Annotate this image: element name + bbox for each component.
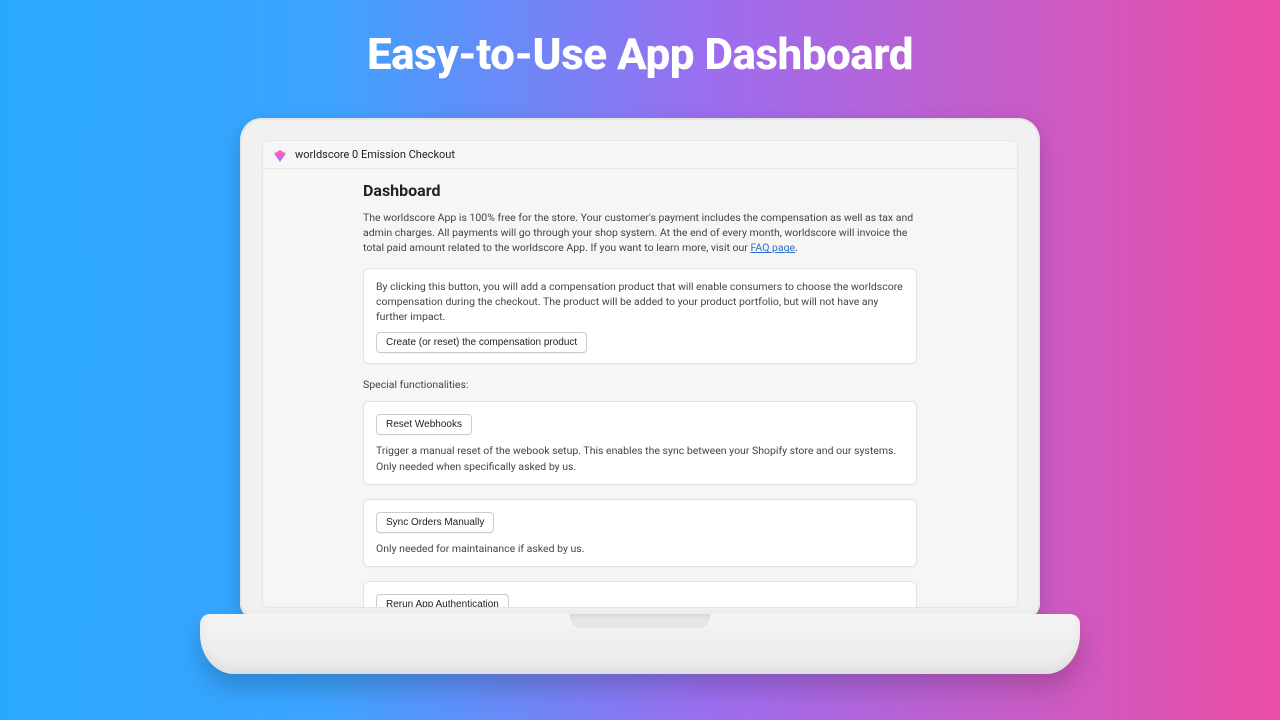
laptop-base: [200, 614, 1080, 674]
compensation-description: By clicking this button, you will add a …: [376, 279, 904, 325]
laptop-trackpad-notch: [570, 614, 710, 628]
compensation-card: By clicking this button, you will add a …: [363, 268, 917, 365]
reset-webhooks-button[interactable]: Reset Webhooks: [376, 414, 472, 435]
app-header-title: worldscore 0 Emission Checkout: [295, 148, 455, 161]
hero-title: Easy-to-Use App Dashboard: [0, 28, 1280, 80]
faq-link[interactable]: FAQ page: [750, 241, 795, 254]
rerun-auth-button[interactable]: Rerun App Authentication: [376, 594, 509, 607]
app-screen: worldscore 0 Emission Checkout Dashboard…: [262, 140, 1018, 608]
sync-orders-card: Sync Orders Manually Only needed for mai…: [363, 499, 917, 567]
sync-orders-button[interactable]: Sync Orders Manually: [376, 512, 494, 533]
create-compensation-button[interactable]: Create (or reset) the compensation produ…: [376, 332, 587, 353]
app-header: worldscore 0 Emission Checkout: [263, 141, 1017, 169]
page-title: Dashboard: [363, 181, 917, 200]
sync-orders-description: Only needed for maintainance if asked by…: [376, 541, 904, 556]
laptop-mockup: worldscore 0 Emission Checkout Dashboard…: [240, 118, 1040, 674]
app-logo-icon: [273, 148, 287, 162]
reset-webhooks-description: Trigger a manual reset of the webook set…: [376, 443, 904, 473]
special-functionalities-label: Special functionalities:: [363, 378, 917, 391]
intro-text-after: .: [795, 241, 798, 254]
rerun-auth-card: Rerun App Authentication Only needed if …: [363, 581, 917, 607]
laptop-bezel: worldscore 0 Emission Checkout Dashboard…: [240, 118, 1040, 618]
dashboard-content: Dashboard The worldscore App is 100% fre…: [263, 169, 1017, 607]
intro-text: The worldscore App is 100% free for the …: [363, 210, 917, 256]
intro-text-before: The worldscore App is 100% free for the …: [363, 211, 913, 254]
reset-webhooks-card: Reset Webhooks Trigger a manual reset of…: [363, 401, 917, 484]
promo-background: Easy-to-Use App Dashboard worldscore 0 E…: [0, 0, 1280, 720]
